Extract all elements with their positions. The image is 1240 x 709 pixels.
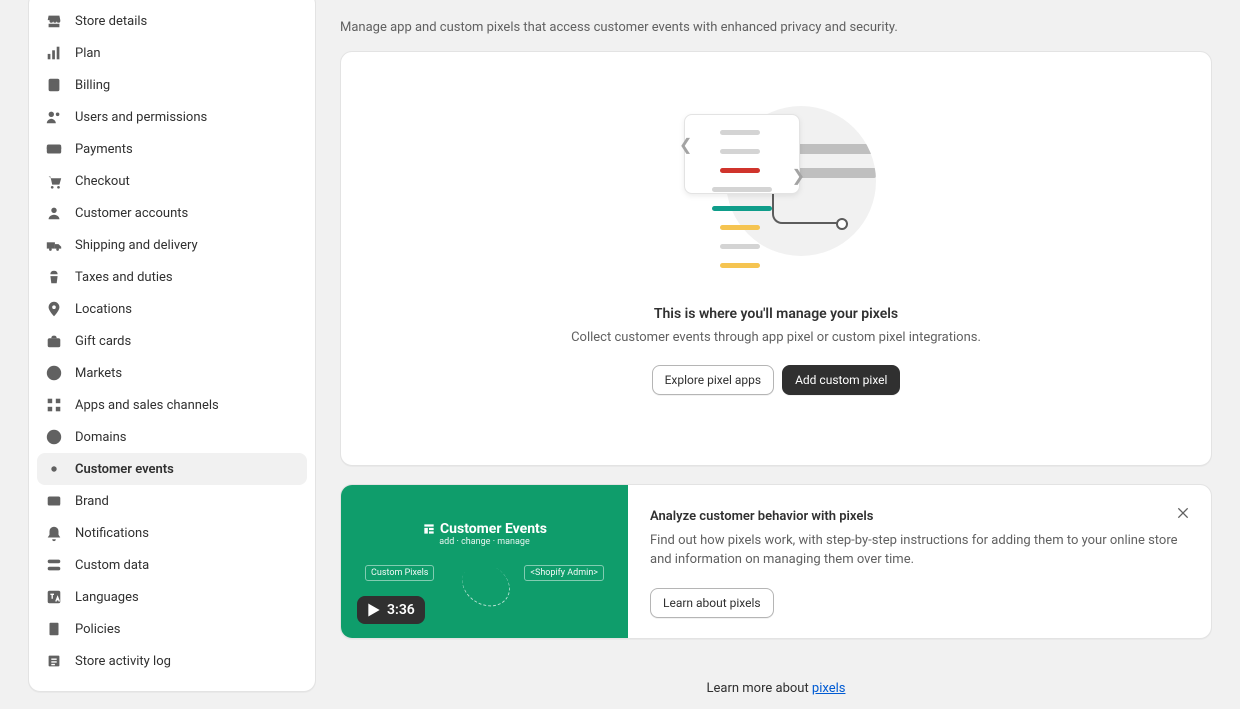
sidebar-item-custom-data[interactable]: Custom data bbox=[37, 549, 307, 581]
add-custom-pixel-button[interactable]: Add custom pixel bbox=[782, 365, 900, 395]
sidebar-item-brand[interactable]: Brand bbox=[37, 485, 307, 517]
promo-thumb-right-tag: <Shopify Admin> bbox=[524, 565, 604, 581]
sidebar-item-store[interactable]: Store details bbox=[37, 5, 307, 37]
custom-data-icon bbox=[45, 556, 63, 574]
payments-icon bbox=[45, 140, 63, 158]
pixels-link[interactable]: pixels bbox=[812, 681, 846, 696]
sidebar-item-label: Apps and sales channels bbox=[75, 398, 219, 413]
gift-cards-icon bbox=[45, 332, 63, 350]
sidebar-item-taxes[interactable]: Taxes and duties bbox=[37, 261, 307, 293]
sidebar-item-label: Store details bbox=[75, 14, 147, 29]
close-promo-button[interactable] bbox=[1169, 499, 1197, 527]
domains-icon bbox=[45, 428, 63, 446]
sidebar-item-notifications[interactable]: Notifications bbox=[37, 517, 307, 549]
sidebar-item-customer-events[interactable]: Customer events bbox=[37, 453, 307, 485]
customer-events-icon bbox=[45, 460, 63, 478]
explore-pixel-apps-button[interactable]: Explore pixel apps bbox=[652, 365, 775, 395]
sidebar-item-users[interactable]: Users and permissions bbox=[37, 101, 307, 133]
promo-text: Find out how pixels work, with step-by-s… bbox=[650, 532, 1189, 570]
sidebar-item-plan[interactable]: Plan bbox=[37, 37, 307, 69]
sidebar-item-customer-accounts[interactable]: Customer accounts bbox=[37, 197, 307, 229]
sidebar-item-shipping[interactable]: Shipping and delivery bbox=[37, 229, 307, 261]
sidebar-item-label: Custom data bbox=[75, 558, 149, 573]
languages-icon bbox=[45, 588, 63, 606]
sidebar-item-label: Languages bbox=[75, 590, 139, 605]
promo-heading: Analyze customer behavior with pixels bbox=[650, 509, 1189, 524]
sidebar-item-label: Gift cards bbox=[75, 334, 131, 349]
sidebar-item-label: Taxes and duties bbox=[75, 270, 173, 285]
users-icon bbox=[45, 108, 63, 126]
sidebar-item-checkout[interactable]: Checkout bbox=[37, 165, 307, 197]
pixels-illustration: ❮ ❯ bbox=[686, 106, 866, 256]
main-content: Pixels Manage app and custom pixels that… bbox=[316, 0, 1240, 709]
empty-state-heading: This is where you'll manage your pixels bbox=[365, 306, 1187, 322]
sidebar-item-label: Policies bbox=[75, 622, 120, 637]
sidebar-item-label: Customer accounts bbox=[75, 206, 188, 221]
sidebar-item-label: Markets bbox=[75, 366, 122, 381]
notifications-icon bbox=[45, 524, 63, 542]
checkout-icon bbox=[45, 172, 63, 190]
locations-icon bbox=[45, 300, 63, 318]
sidebar-item-label: Brand bbox=[75, 494, 109, 509]
sidebar-item-label: Store activity log bbox=[75, 654, 171, 669]
promo-thumb-title: Customer Events bbox=[440, 521, 547, 537]
sidebar-item-label: Checkout bbox=[75, 174, 130, 189]
sidebar-item-apps[interactable]: Apps and sales channels bbox=[37, 389, 307, 421]
sidebar-item-label: Billing bbox=[75, 78, 110, 93]
policies-icon bbox=[45, 620, 63, 638]
customer-accounts-icon bbox=[45, 204, 63, 222]
close-icon bbox=[1175, 505, 1191, 521]
sidebar-item-label: Shipping and delivery bbox=[75, 238, 198, 253]
sidebar-item-label: Payments bbox=[75, 142, 133, 157]
settings-sidebar: Store details Plan Billing Users and permis… bbox=[0, 0, 316, 709]
plan-icon bbox=[45, 44, 63, 62]
shipping-icon bbox=[45, 236, 63, 254]
sidebar-item-policies[interactable]: Policies bbox=[37, 613, 307, 645]
pixels-empty-state: ❮ ❯ This is where you'll manage your pix… bbox=[340, 51, 1212, 466]
sidebar-item-label: Notifications bbox=[75, 526, 149, 541]
sidebar-item-languages[interactable]: Languages bbox=[37, 581, 307, 613]
sidebar-item-label: Customer events bbox=[75, 462, 174, 477]
sidebar-item-label: Plan bbox=[75, 46, 101, 61]
sidebar-item-markets[interactable]: Markets bbox=[37, 357, 307, 389]
empty-state-text: Collect customer events through app pixe… bbox=[365, 330, 1187, 345]
sidebar-item-billing[interactable]: Billing bbox=[37, 69, 307, 101]
sidebar-item-label: Locations bbox=[75, 302, 132, 317]
sidebar-item-locations[interactable]: Locations bbox=[37, 293, 307, 325]
sidebar-item-domains[interactable]: Domains bbox=[37, 421, 307, 453]
brand-icon bbox=[45, 492, 63, 510]
learn-about-pixels-button[interactable]: Learn about pixels bbox=[650, 588, 774, 618]
promo-card: Customer Events add · change · manage Cu… bbox=[340, 484, 1212, 639]
sidebar-item-payments[interactable]: Payments bbox=[37, 133, 307, 165]
taxes-icon bbox=[45, 268, 63, 286]
apps-icon bbox=[45, 396, 63, 414]
promo-video-thumbnail[interactable]: Customer Events add · change · manage Cu… bbox=[341, 485, 628, 638]
billing-icon bbox=[45, 76, 63, 94]
sidebar-item-label: Domains bbox=[75, 430, 126, 445]
promo-thumb-left-tag: Custom Pixels bbox=[365, 565, 434, 581]
store-icon bbox=[45, 12, 63, 30]
sidebar-item-activity-log[interactable]: Store activity log bbox=[37, 645, 307, 677]
video-duration-badge: 3:36 bbox=[357, 596, 425, 624]
markets-icon bbox=[45, 364, 63, 382]
page-subtitle: Manage app and custom pixels that access… bbox=[340, 20, 1212, 35]
sidebar-item-gift-cards[interactable]: Gift cards bbox=[37, 325, 307, 357]
learn-more-footer: Learn more about pixels bbox=[340, 681, 1212, 696]
sidebar-item-label: Users and permissions bbox=[75, 110, 207, 125]
promo-thumb-subtitle: add · change · manage bbox=[365, 537, 604, 547]
activity-log-icon bbox=[45, 652, 63, 670]
